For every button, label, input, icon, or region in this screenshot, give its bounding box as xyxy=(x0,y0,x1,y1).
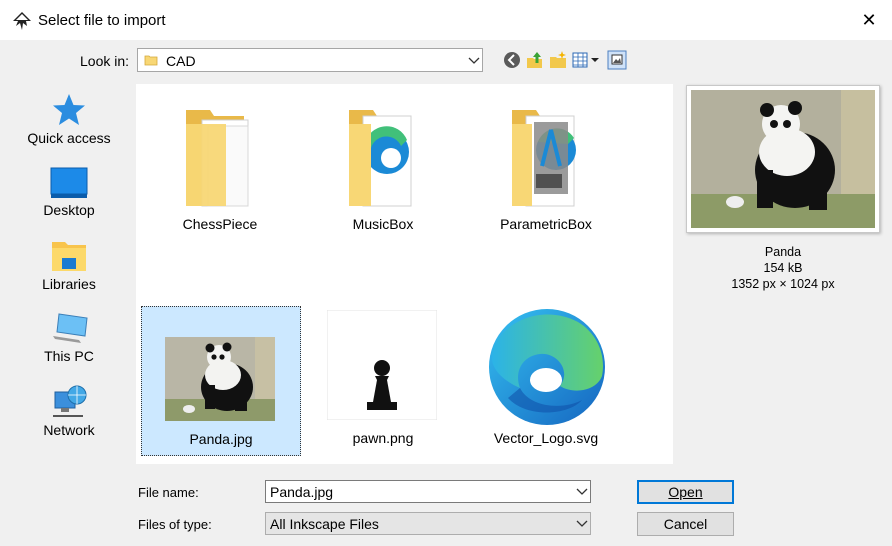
place-desktop[interactable]: Desktop xyxy=(4,166,134,218)
place-this-pc[interactable]: This PC xyxy=(4,310,134,364)
open-button[interactable]: Open xyxy=(637,480,734,504)
network-icon xyxy=(53,385,87,417)
preview-filename: Panda xyxy=(764,245,802,259)
computer-icon xyxy=(53,313,88,343)
file-label: Vector_Logo.svg xyxy=(493,430,599,446)
open-button-label: Open xyxy=(668,484,703,500)
filetype-label: Files of type: xyxy=(138,517,212,532)
file-item-musicbox[interactable]: MusicBox xyxy=(303,90,463,240)
folder-icon xyxy=(144,55,158,66)
filename-combo[interactable]: Panda.jpg xyxy=(265,480,591,503)
file-label: Panda.jpg xyxy=(189,431,253,447)
close-icon: ✕ xyxy=(861,10,877,30)
place-network[interactable]: Network xyxy=(4,384,134,438)
lookin-label: Look in: xyxy=(80,53,130,69)
place-label: Network xyxy=(43,422,95,438)
lookin-value: CAD xyxy=(166,53,196,69)
folder-icon xyxy=(186,110,249,207)
file-item-pawn[interactable]: pawn.png xyxy=(303,306,463,456)
new-folder-icon[interactable] xyxy=(548,50,568,70)
title-bar: Select file to import ✕ xyxy=(0,0,892,40)
back-icon[interactable] xyxy=(502,50,522,70)
preview-image xyxy=(691,90,875,228)
filename-label: File name: xyxy=(138,485,199,500)
place-label: Quick access xyxy=(27,130,111,146)
file-label: ChessPiece xyxy=(182,216,258,232)
file-label: pawn.png xyxy=(352,430,414,446)
preview-dimensions: 1352 px × 1024 px xyxy=(731,277,835,291)
file-label: ParametricBox xyxy=(500,216,592,232)
inkscape-icon xyxy=(13,12,31,30)
file-item-panda[interactable]: Panda.jpg xyxy=(141,306,301,456)
folder-dxf-icon xyxy=(512,110,576,207)
filetype-dropdown[interactable]: All Inkscape Files xyxy=(265,512,591,535)
places-bar: Quick access Desktop Libraries This PC N… xyxy=(4,84,132,464)
pawn-thumbnail xyxy=(327,310,437,420)
folder-edge-icon xyxy=(349,110,412,207)
dialog-title: Select file to import xyxy=(38,12,166,29)
file-item-parametricbox[interactable]: ParametricBox xyxy=(466,90,626,240)
place-label: Desktop xyxy=(43,202,95,218)
preview-panel xyxy=(686,85,880,233)
file-item-chesspiece[interactable]: ChessPiece xyxy=(140,90,300,240)
lookin-dropdown[interactable]: CAD xyxy=(137,48,483,72)
file-item-vector-logo[interactable]: Vector_Logo.svg xyxy=(466,306,626,456)
view-menu-icon[interactable] xyxy=(571,50,601,70)
chevron-down-icon xyxy=(468,57,480,64)
cancel-button[interactable]: Cancel xyxy=(637,512,734,536)
place-quick-access[interactable]: Quick access xyxy=(4,92,134,146)
file-label: MusicBox xyxy=(352,216,414,232)
edge-logo-icon xyxy=(489,309,605,425)
up-folder-icon[interactable] xyxy=(525,50,545,70)
close-button[interactable]: ✕ xyxy=(846,0,892,40)
panda-thumbnail xyxy=(165,337,275,421)
preview-toggle-icon[interactable] xyxy=(607,50,627,70)
preview-filesize: 154 kB xyxy=(763,261,803,275)
chevron-down-icon[interactable] xyxy=(576,488,588,496)
star-icon xyxy=(53,94,85,125)
place-label: Libraries xyxy=(42,276,96,292)
file-list[interactable]: ChessPiece MusicBox ParametricBox Panda.… xyxy=(136,84,673,464)
filetype-value: All Inkscape Files xyxy=(270,516,379,532)
chevron-down-icon xyxy=(576,520,588,527)
libraries-icon xyxy=(52,242,86,271)
filename-input[interactable]: Panda.jpg xyxy=(270,484,333,500)
desktop-icon xyxy=(50,167,88,198)
place-libraries[interactable]: Libraries xyxy=(4,238,134,292)
place-label: This PC xyxy=(44,348,94,364)
